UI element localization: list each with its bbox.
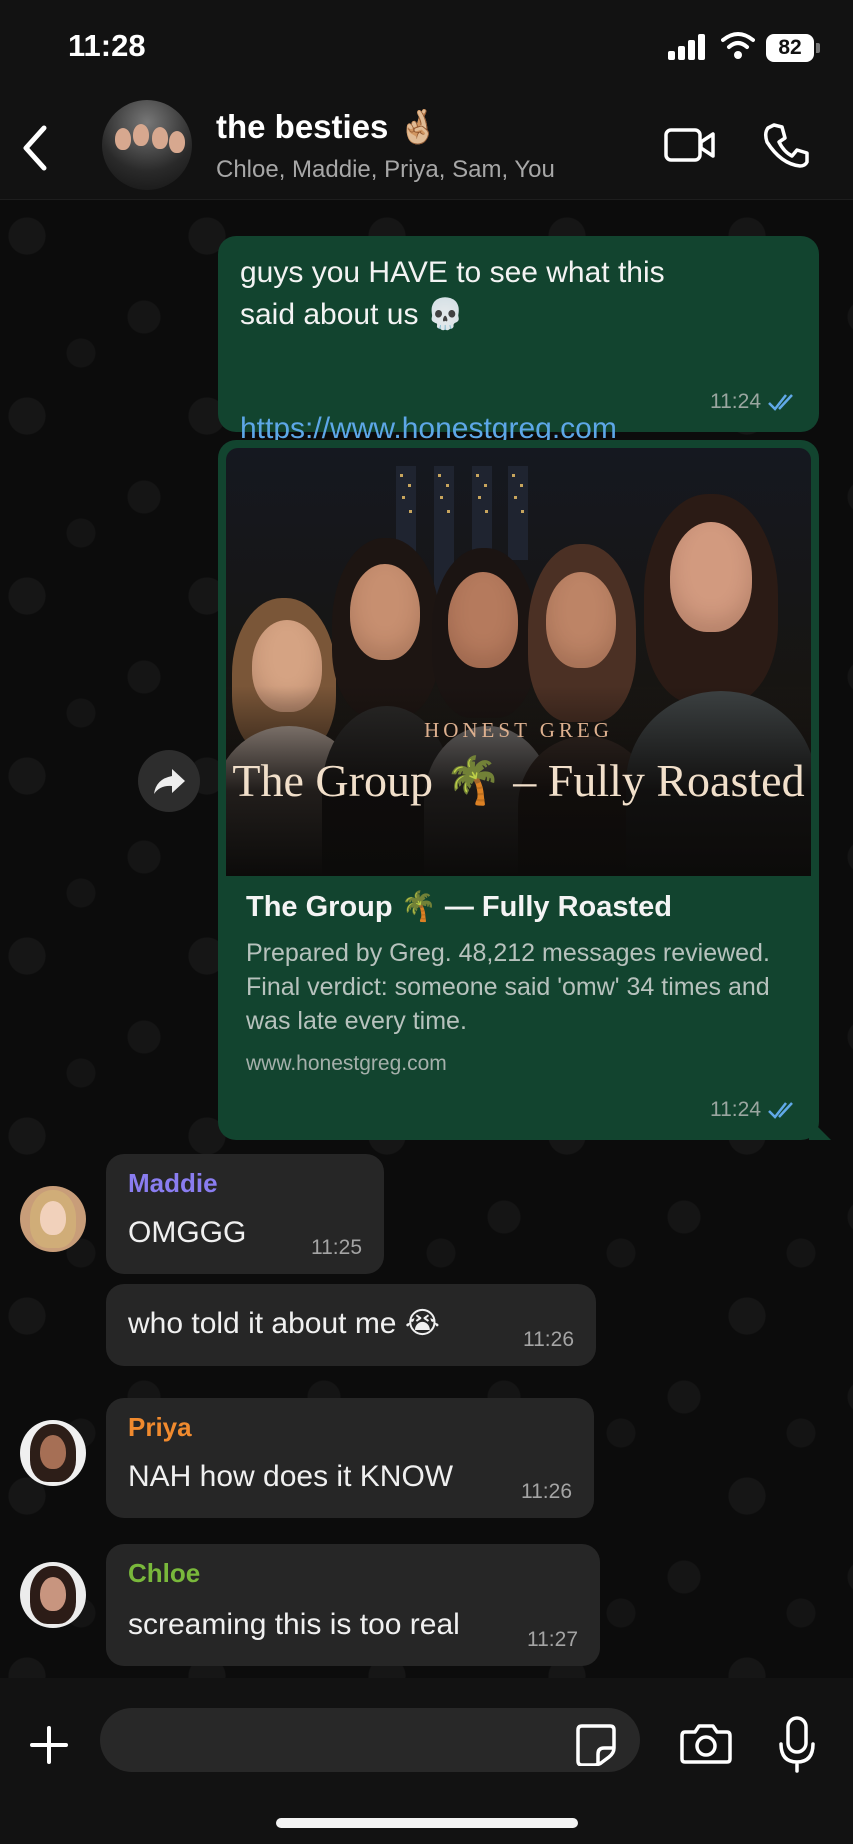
signal-icon: [668, 34, 710, 60]
preview-description: Prepared by Greg. 48,212 messages review…: [246, 939, 770, 1035]
message-text: guys you HAVE to see what this said abou…: [240, 256, 665, 331]
chat-header: the besties 🤞🏼 Chloe, Maddie, Priya, Sam…: [0, 96, 853, 200]
group-avatar[interactable]: [102, 100, 192, 190]
incoming-message[interactable]: Maddie OMGGG 11:25: [106, 1154, 384, 1274]
sender-name-maddie: Maddie: [128, 1168, 218, 1198]
incoming-message[interactable]: Chloe screaming this is too real 11:27: [106, 1544, 600, 1666]
avatar-chloe[interactable]: [20, 1562, 86, 1628]
read-receipt-icon: [768, 394, 793, 411]
message-time: 11:26: [521, 1480, 572, 1503]
preview-image[interactable]: HONEST GREG The Group 🌴 – Fully Roasted: [226, 448, 811, 876]
forward-icon: [154, 769, 185, 794]
chat-title[interactable]: the besties 🤞🏼: [216, 108, 439, 147]
outgoing-link-message[interactable]: guys you HAVE to see what this said abou…: [218, 236, 819, 445]
message-time: 11:27: [527, 1628, 578, 1651]
preview-title[interactable]: The Group 🌴 — Fully Roasted: [246, 890, 672, 924]
avatar-priya[interactable]: [20, 1420, 86, 1486]
preview-image-title: The Group 🌴 – Fully Roasted: [232, 755, 805, 806]
message-text: screaming this is too real: [128, 1608, 460, 1641]
status-bar: 11:28 82: [0, 0, 853, 96]
camera-icon[interactable]: [680, 1721, 732, 1765]
message-text: who told it about me 😭: [128, 1307, 440, 1340]
bubble-tail: [809, 1118, 831, 1140]
sticker-icon[interactable]: [574, 1722, 618, 1766]
preview-image-brand: HONEST GREG: [424, 718, 613, 742]
message-time: 11:24: [710, 390, 761, 413]
message-text: OMGGG: [128, 1216, 247, 1249]
wifi-icon: [721, 32, 755, 59]
sender-name-chloe: Chloe: [128, 1558, 201, 1588]
message-time: 11:26: [523, 1328, 574, 1351]
incoming-message[interactable]: who told it about me 😭 11:26: [106, 1284, 596, 1366]
avatar-maddie[interactable]: [20, 1186, 86, 1252]
battery-icon: 82: [766, 34, 820, 62]
forward-button[interactable]: [138, 750, 200, 812]
message-meta: 11:24: [710, 390, 799, 414]
chat-area[interactable]: guys you HAVE to see what this said abou…: [0, 200, 853, 1678]
message-text: NAH how does it KNOW: [128, 1460, 454, 1493]
chat-members[interactable]: Chloe, Maddie, Priya, Sam, You: [216, 156, 555, 184]
sender-name-priya: Priya: [128, 1412, 192, 1442]
phone-call-icon[interactable]: [762, 120, 810, 168]
status-time: 11:28: [68, 28, 146, 63]
home-indicator: [276, 1818, 578, 1828]
plus-icon[interactable]: [28, 1724, 70, 1766]
link-preview-card[interactable]: HONEST GREG The Group 🌴 – Fully Roasted …: [218, 440, 831, 1140]
message-composer: [0, 1678, 853, 1844]
microphone-icon[interactable]: [777, 1715, 817, 1773]
incoming-message[interactable]: Priya NAH how does it KNOW 11:26: [106, 1398, 594, 1518]
back-icon[interactable]: [16, 118, 56, 178]
preview-domain[interactable]: www.honestgreg.com: [246, 1052, 447, 1076]
video-call-icon[interactable]: [664, 122, 716, 168]
message-time: 11:25: [311, 1236, 362, 1259]
message-input[interactable]: [100, 1708, 640, 1772]
message-time: 11:24: [710, 1098, 761, 1121]
read-receipt-icon: [768, 1102, 793, 1119]
message-meta: 11:24: [710, 1098, 799, 1122]
